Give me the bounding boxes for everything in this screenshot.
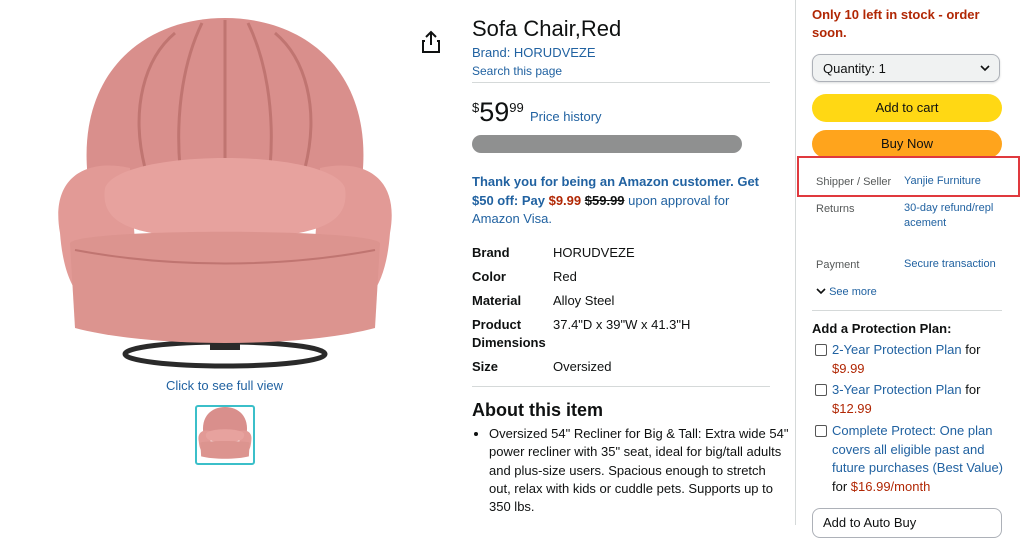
spec-value: Alloy Steel xyxy=(553,293,615,308)
chevron-down-icon xyxy=(980,65,990,72)
spec-key: Color xyxy=(472,269,506,284)
spec-value: HORUDVEZE xyxy=(553,245,635,260)
stock-status: Only 10 left in stock - order soon. xyxy=(812,7,980,40)
price-fraction: 99 xyxy=(509,100,524,115)
returns-link[interactable]: 30-day refund/replacement xyxy=(904,201,999,231)
chevron-down-icon xyxy=(816,288,826,295)
add-to-auto-buy-button[interactable]: Add to Auto Buy xyxy=(812,508,1002,538)
spec-table: Brand HORUDVEZE Color Red Material Alloy… xyxy=(472,244,690,382)
plan-for: for xyxy=(961,382,981,397)
share-icon[interactable] xyxy=(420,30,442,54)
promo-pay-price: $9.99 xyxy=(548,192,582,208)
promo-original-price: $59.99 xyxy=(584,192,625,208)
plan-link[interactable]: 2-Year Protection Plan xyxy=(832,342,962,357)
divider xyxy=(472,82,770,83)
spec-row: Product Dimensions 37.4"D x 39"W x 41.3"… xyxy=(472,316,690,358)
quantity-dropdown[interactable]: Quantity: 1 xyxy=(812,54,1000,82)
plan-price: $16.99/month xyxy=(850,478,931,494)
spec-key: Brand xyxy=(472,245,510,260)
plan-price: $12.99 xyxy=(832,400,872,416)
protection-plan-option[interactable]: Complete Protect: One plan covers all el… xyxy=(812,422,1007,496)
about-bullet: Oversized 54" Recliner for Big & Tall: E… xyxy=(489,425,789,516)
click-full-view-link[interactable]: Click to see full view xyxy=(166,378,283,393)
protection-plan-option[interactable]: 3-Year Protection Plan for $12.99 xyxy=(812,381,1007,418)
visa-promo[interactable]: Thank you for being an Amazon customer. … xyxy=(472,173,767,229)
price-symbol: $ xyxy=(472,100,480,115)
quantity-value: 1 xyxy=(878,61,886,76)
plan-for: for xyxy=(961,342,981,357)
spec-value: Red xyxy=(553,269,577,284)
spec-value: Oversized xyxy=(553,359,612,374)
spec-key: Product Dimensions xyxy=(472,317,546,350)
spec-row: Brand HORUDVEZE xyxy=(472,244,690,268)
spec-value: 37.4"D x 39"W x 41.3"H xyxy=(553,317,691,332)
spec-row: Color Red xyxy=(472,268,690,292)
price: $5999 xyxy=(472,97,524,128)
plan-for: for xyxy=(832,478,851,494)
plan-checkbox[interactable] xyxy=(815,384,827,396)
divider xyxy=(472,386,770,387)
shipper-label: Shipper / Seller xyxy=(816,176,892,188)
buy-now-button[interactable]: Buy Now xyxy=(812,130,1002,158)
about-bullets: Oversized 54" Recliner for Big & Tall: E… xyxy=(472,425,789,516)
price-whole: 59 xyxy=(479,97,510,127)
protection-plan-option[interactable]: 2-Year Protection Plan for $9.99 xyxy=(812,341,1007,378)
divider xyxy=(812,310,1002,311)
product-title: Sofa Chair,Red xyxy=(472,16,622,41)
see-more-link[interactable]: See more xyxy=(816,286,877,298)
protection-plan-title: Add a Protection Plan: xyxy=(812,321,952,336)
plan-checkbox[interactable] xyxy=(815,425,827,437)
plan-price: $9.99 xyxy=(832,360,865,376)
seller-link[interactable]: Yanjie Furniture xyxy=(904,174,981,189)
plan-link[interactable]: 3-Year Protection Plan xyxy=(832,382,962,397)
returns-label: Returns xyxy=(816,203,855,215)
payment-link[interactable]: Secure transaction xyxy=(904,257,996,272)
about-title: About this item xyxy=(472,400,603,420)
spec-key: Material xyxy=(472,293,522,308)
thumbnail-image[interactable] xyxy=(195,405,255,465)
spec-key: Size xyxy=(472,359,499,374)
payment-label: Payment xyxy=(816,259,860,271)
plan-link[interactable]: Complete Protect: One plan covers all el… xyxy=(832,423,1003,475)
product-main-image[interactable] xyxy=(50,18,400,370)
spec-row: Material Alloy Steel xyxy=(472,292,690,316)
price-history-link[interactable]: Price history xyxy=(530,109,602,124)
add-to-cart-button[interactable]: Add to cart xyxy=(812,94,1002,122)
search-page-link[interactable]: Search this page xyxy=(472,64,562,78)
buybox-border xyxy=(795,0,796,525)
quantity-label: Quantity: xyxy=(823,61,876,76)
spec-row: Size Oversized xyxy=(472,358,690,382)
plan-checkbox[interactable] xyxy=(815,344,827,356)
redacted-bar xyxy=(472,135,742,153)
brand-link[interactable]: Brand: HORUDVEZE xyxy=(472,45,596,60)
see-more-label: See more xyxy=(829,286,877,298)
